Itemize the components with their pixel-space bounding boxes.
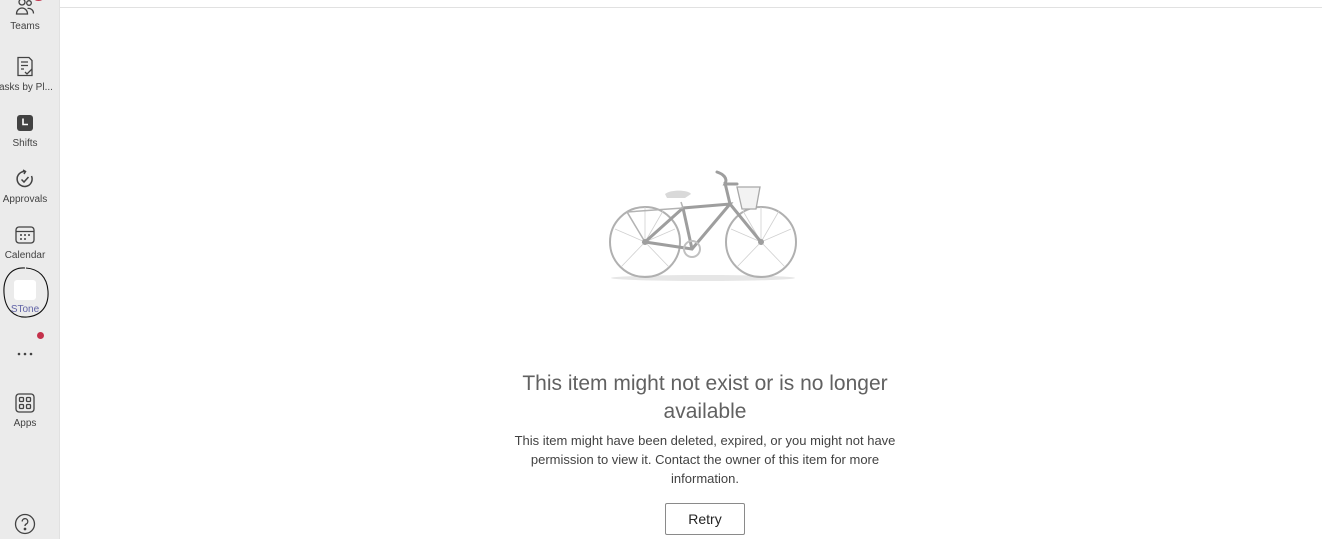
- rail-item-label: Tasks by Pl...: [0, 82, 53, 93]
- help-icon: [13, 512, 37, 536]
- rail-item-calendar[interactable]: Calendar: [0, 223, 50, 261]
- rail-item-label: Teams: [10, 21, 40, 32]
- app-rail: @ Teams Tasks by Pl... Shifts Approvals: [0, 0, 60, 539]
- rail-item-approvals[interactable]: Approvals: [0, 167, 50, 205]
- calendar-icon: [13, 223, 37, 247]
- teams-icon: [13, 0, 37, 18]
- tasks-icon: [13, 55, 37, 79]
- more-apps-button[interactable]: [0, 342, 50, 366]
- rail-item-tasks[interactable]: Tasks by Pl...: [0, 55, 53, 93]
- rail-item-label: Apps: [13, 418, 37, 429]
- rail-item-stone[interactable]: STone: [0, 267, 50, 318]
- more-icon: [13, 342, 37, 366]
- help-button[interactable]: [0, 512, 50, 536]
- notification-dot: [37, 332, 44, 339]
- bicycle-illustration: [609, 170, 797, 281]
- rail-item-label: Shifts: [12, 138, 38, 149]
- rail-item-label: Calendar: [4, 250, 46, 261]
- hand-drawn-circle: [3, 267, 49, 318]
- error-page: This item might not exist or is no longe…: [60, 8, 1322, 539]
- retry-button[interactable]: Retry: [665, 503, 745, 535]
- error-description: This item might have been deleted, expir…: [514, 433, 896, 486]
- rail-item-teams[interactable]: @ Teams: [0, 0, 50, 32]
- rail-item-label: Approvals: [2, 194, 48, 205]
- apps-icon: [13, 391, 37, 415]
- rail-item-apps[interactable]: Apps: [0, 391, 50, 429]
- shifts-icon: [13, 111, 37, 135]
- rail-item-shifts[interactable]: Shifts: [0, 111, 50, 149]
- error-title: This item might not exist or is no longe…: [522, 372, 888, 423]
- approvals-icon: [13, 167, 37, 191]
